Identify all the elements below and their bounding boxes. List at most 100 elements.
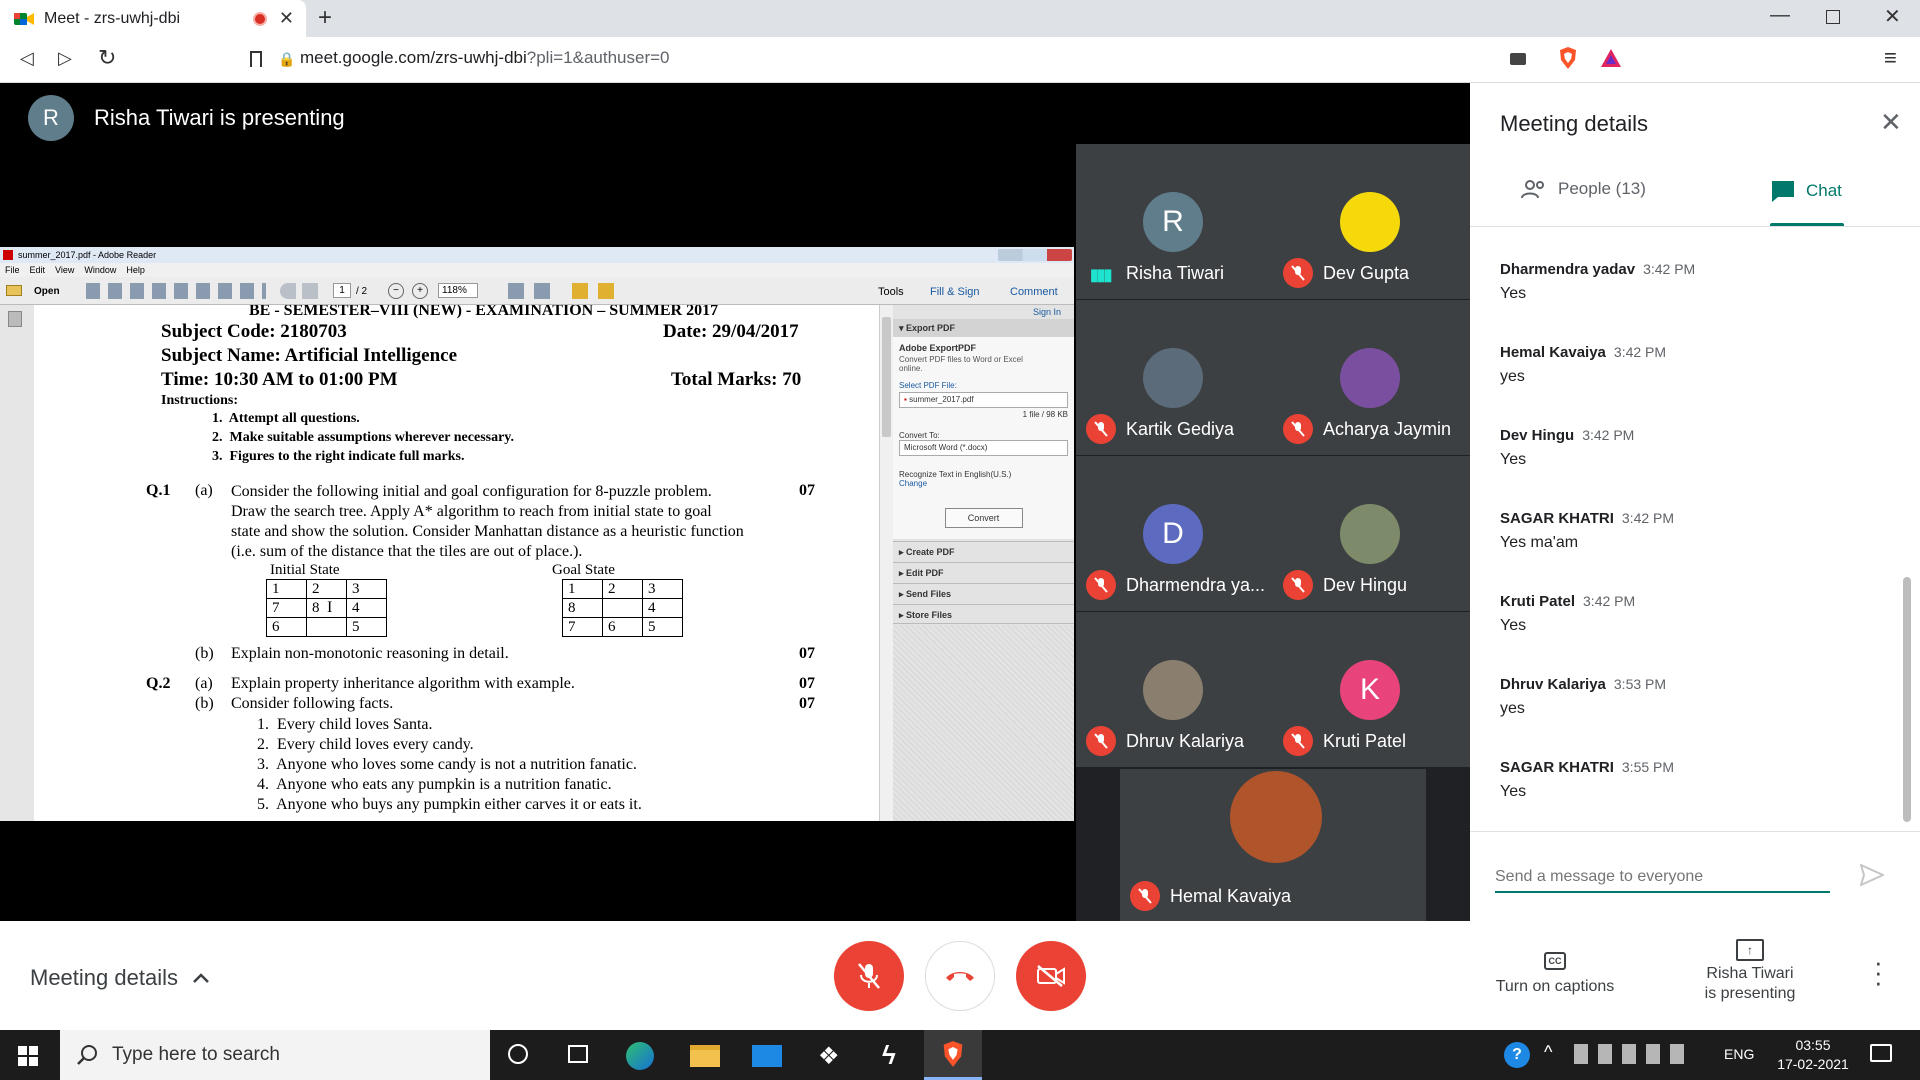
close-window-icon[interactable]: ✕ <box>1884 4 1901 29</box>
pdf-zoom-field[interactable]: 118% <box>438 283 478 298</box>
notifications-icon[interactable] <box>1870 1044 1892 1062</box>
captions-button[interactable]: CC Turn on captions <box>1480 951 1630 996</box>
browser-tab[interactable]: Meet - zrs-uwhj-dbi ✕ <box>0 0 306 37</box>
pdf-open-button[interactable]: Open <box>34 286 60 297</box>
chat-scrollbar-thumb[interactable] <box>1903 577 1911 822</box>
new-tab-icon[interactable]: + <box>318 4 332 32</box>
chat-message-input[interactable] <box>1495 863 1830 893</box>
cortana-icon[interactable] <box>508 1044 528 1064</box>
pdf-menu-view[interactable]: View <box>55 263 74 277</box>
pdf-window-controls[interactable] <box>998 249 1072 261</box>
reload-icon[interactable]: ↻ <box>98 45 116 71</box>
bookmark-icon[interactable] <box>250 51 262 67</box>
pdf-menu-window[interactable]: Window <box>84 263 116 277</box>
forward-icon[interactable]: ▷ <box>58 48 72 69</box>
pdf-zoom-out-icon[interactable]: − <box>388 283 404 299</box>
close-tab-icon[interactable]: ✕ <box>279 8 294 29</box>
pdf-comment-tab[interactable]: Comment <box>1010 286 1058 298</box>
tray-expand-icon[interactable]: ^ <box>1544 1042 1552 1063</box>
search-icon <box>77 1045 97 1065</box>
back-icon[interactable]: ◁ <box>20 48 34 69</box>
language-indicator[interactable]: ENG <box>1724 1046 1754 1062</box>
present-button[interactable]: ↑ Risha Tiwari is presenting <box>1660 939 1840 1003</box>
pdf-menu-file[interactable]: File <box>5 263 20 277</box>
goal-state-grid: 123 8 4 765 <box>562 579 683 637</box>
pdf-menu-help[interactable]: Help <box>126 263 145 277</box>
participant-tile[interactable]: R ▮▮▮ Risha Tiwari <box>1076 144 1273 299</box>
pdf-section-create[interactable]: ▸ Create PDF <box>893 541 1074 561</box>
windows-start-icon[interactable] <box>18 1046 38 1066</box>
people-tab[interactable]: People (13) <box>1520 179 1646 199</box>
brave-rewards-icon[interactable] <box>1600 48 1622 68</box>
participant-tile[interactable]: Dev Gupta <box>1273 144 1470 299</box>
pdf-menu-edit[interactable]: Edit <box>30 263 46 277</box>
pdf-zoom-in-icon[interactable]: + <box>412 283 428 299</box>
dropbox-icon[interactable]: ❖ <box>818 1042 840 1071</box>
taskbar-clock[interactable]: 03:55 17-02-2021 <box>1768 1036 1858 1074</box>
brave-shield-icon[interactable] <box>1558 46 1578 70</box>
participant-tile[interactable]: Acharya Jaymin <box>1273 300 1470 455</box>
leave-call-button[interactable] <box>925 941 995 1011</box>
pdf-pages-icon[interactable] <box>8 311 22 327</box>
taskbar-search-box[interactable]: Type here to search <box>60 1030 490 1080</box>
pdf-section-edit-label: Edit PDF <box>906 568 944 578</box>
edge-icon[interactable] <box>626 1042 654 1070</box>
send-icon[interactable] <box>1860 864 1884 886</box>
pdf-section-send[interactable]: ▸ Send Files <box>893 583 1074 603</box>
message-time: 3:42 PM <box>1582 427 1635 443</box>
brave-taskbar-item[interactable] <box>924 1030 982 1080</box>
pdf-open-icon[interactable] <box>6 285 22 296</box>
camera-toggle-button[interactable] <box>1016 941 1086 1011</box>
pdf-scroll-thumb[interactable] <box>882 317 891 437</box>
pdf-section-edit[interactable]: ▸ Edit PDF <box>893 562 1074 582</box>
pdf-fill-sign-tab[interactable]: Fill & Sign <box>930 286 980 298</box>
mail-icon[interactable] <box>752 1045 782 1067</box>
pdf-comment-icons[interactable] <box>572 283 614 299</box>
task-view-icon[interactable] <box>568 1045 588 1063</box>
participant-tile[interactable]: D Dharmendra ya... <box>1076 456 1273 611</box>
meeting-details-toggle[interactable]: Meeting details <box>30 965 210 991</box>
close-panel-icon[interactable]: ✕ <box>1880 107 1902 138</box>
url-field[interactable]: meet.google.com/zrs-uwhj-dbi?pli=1&authu… <box>300 48 670 68</box>
pdf-change-link[interactable]: Change <box>899 479 1068 488</box>
url-main: meet.google.com/zrs-uwhj-dbi <box>300 48 527 67</box>
participant-tile[interactable]: Hemal Kavaiya <box>1120 769 1426 921</box>
more-options-icon[interactable]: · · · <box>1874 949 1883 995</box>
pdf-convert-format-select[interactable]: Microsoft Word (*.docx) <box>899 440 1068 456</box>
participant-avatar: R <box>1143 192 1203 252</box>
file-explorer-icon[interactable] <box>690 1045 720 1067</box>
minimize-icon[interactable]: — <box>1770 4 1790 27</box>
pdf-export-section-header[interactable]: ▾ Export PDF <box>893 319 1074 337</box>
mic-toggle-button[interactable] <box>834 941 904 1011</box>
pdf-page-nav-icons[interactable] <box>280 283 324 299</box>
pdf-page-field[interactable]: 1 <box>333 283 351 298</box>
pdf-tool-icons[interactable] <box>86 283 266 299</box>
fact-4: 4. Anyone who eats any pumpkin is a nutr… <box>257 776 612 793</box>
q1a-line-3: state and show the solution. Consider Ma… <box>231 523 744 540</box>
chevron-up-icon <box>192 972 210 984</box>
participant-tile[interactable]: Dev Hingu <box>1273 456 1470 611</box>
pdf-app-icon <box>3 250 13 260</box>
participant-tile[interactable]: Kartik Gediya <box>1076 300 1273 455</box>
help-icon[interactable]: ? <box>1504 1042 1530 1068</box>
message-sender: Dharmendra yadav <box>1500 261 1636 278</box>
participant-tile[interactable]: K Kruti Patel <box>1273 612 1470 767</box>
winamp-icon[interactable]: ϟ <box>882 1040 896 1071</box>
pdf-convert-button[interactable]: Convert <box>944 508 1023 528</box>
pdf-sign-in-link[interactable]: Sign In <box>1033 307 1061 317</box>
participant-tile[interactable]: Dhruv Kalariya <box>1076 612 1273 767</box>
pdf-window-title: summer_2017.pdf - Adobe Reader <box>0 247 1074 263</box>
pdf-tools-tab[interactable]: Tools <box>878 286 904 298</box>
pdf-view-icons[interactable] <box>508 283 552 299</box>
tray-icons[interactable] <box>1574 1044 1684 1064</box>
lock-icon: 🔒 <box>278 51 296 67</box>
menu-icon[interactable]: ≡ <box>1884 45 1897 71</box>
restore-icon[interactable] <box>1826 10 1840 24</box>
pdf-scrollbar[interactable] <box>879 305 893 821</box>
captions-label: Turn on captions <box>1495 978 1615 995</box>
grid-cell: 5 <box>642 617 683 637</box>
pdf-section-store[interactable]: ▸ Store Files <box>893 604 1074 624</box>
camera-indicator-icon[interactable] <box>1510 53 1526 65</box>
pdf-file-field[interactable]: ▪ summer_2017.pdf <box>899 392 1068 408</box>
chat-tab[interactable]: Chat <box>1770 179 1842 203</box>
